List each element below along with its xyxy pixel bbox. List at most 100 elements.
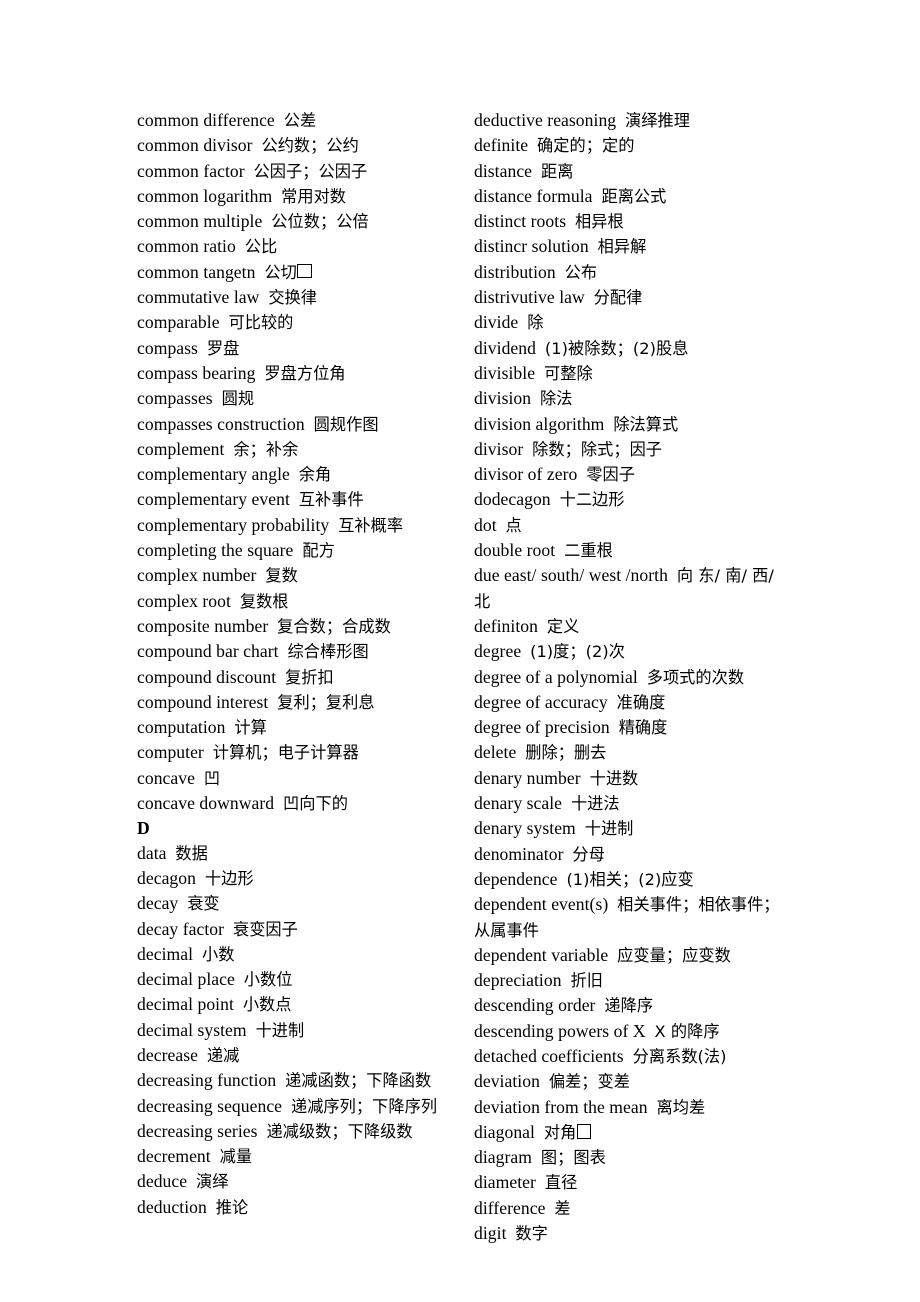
glossary-entry: degree of precision 精确度 (474, 715, 794, 740)
entry-term: decimal (137, 943, 194, 964)
entry-term: difference (474, 1197, 546, 1218)
entry-gloss: 余角 (298, 465, 332, 485)
entry-term: compasses (137, 388, 213, 409)
glossary-entry: definiton 定义 (474, 614, 794, 639)
entry-term: degree of precision (474, 717, 610, 738)
entry-term: degree (474, 641, 522, 662)
entry-gloss: 复利；复利息 (277, 692, 375, 712)
entry-term: complementary probability (137, 514, 330, 535)
glossary-entry: degree of a polynomial 多项式的次数 (474, 665, 794, 690)
glossary-entry: common tangetn 公切 (137, 260, 457, 285)
entry-term: complex root (137, 590, 231, 611)
entry-term: distincr solution (474, 236, 589, 257)
entry-gloss: 偏差；变差 (548, 1072, 631, 1092)
glossary-entry: decagon 十边形 (137, 866, 457, 891)
glossary-entry: complex root 复数根 (137, 589, 457, 614)
glossary-entry: decimal 小数 (137, 942, 457, 967)
entry-gloss: 小数位 (243, 970, 293, 990)
glossary-entry: distinct roots 相异根 (474, 209, 794, 234)
entry-term: denary scale (474, 793, 563, 814)
entry-term: compound discount (137, 666, 277, 687)
entry-term: compass bearing (137, 362, 256, 383)
entry-term: dependent variable (474, 944, 609, 965)
entry-gloss: 除法 (540, 389, 573, 409)
entry-term: computation (137, 717, 226, 738)
glossary-entry: distance 距离 (474, 159, 794, 184)
entry-term: divide (474, 312, 519, 333)
entry-gloss: 应变量；应变数 (617, 945, 731, 965)
entry-gloss: 交换律 (268, 288, 318, 308)
entry-gloss: 十进制 (584, 819, 634, 839)
entry-term: decreasing sequence (137, 1095, 283, 1116)
glossary-entry: concave downward 凹向下的 (137, 791, 457, 816)
entry-term: common multiple (137, 211, 263, 232)
glossary-entry: distance formula 距离公式 (474, 184, 794, 209)
entry-term: dividend (474, 337, 536, 358)
entry-gloss: 数字 (515, 1224, 548, 1244)
entry-gloss: (1)相关；(2)应变 (566, 869, 694, 889)
entry-term: degree of accuracy (474, 691, 608, 712)
glossary-entry: decrease 递减 (137, 1043, 457, 1068)
entry-gloss: 推论 (215, 1197, 249, 1217)
glossary-entry: decreasing sequence 递减序列；下降序列 (137, 1094, 457, 1119)
entry-term: decimal system (137, 1019, 247, 1040)
entry-term: common divisor (137, 135, 253, 156)
glossary-entry: compound bar chart 综合棒形图 (137, 639, 457, 664)
entry-term: double root (474, 540, 556, 561)
entry-gloss: X 的降序 (654, 1021, 720, 1041)
glossary-entry: digit 数字 (474, 1221, 794, 1246)
entry-gloss: 十进数 (589, 768, 639, 788)
glossary-entry: distincr solution 相异解 (474, 234, 794, 259)
entry-term: diagram (474, 1147, 532, 1168)
entry-term: dodecagon (474, 489, 551, 510)
entry-gloss: 分配律 (593, 288, 643, 308)
entry-gloss: 递减函数；下降函数 (285, 1071, 432, 1091)
entry-term: dot (474, 514, 497, 535)
entry-term: diagonal (474, 1121, 535, 1142)
entry-gloss: 互补事件 (298, 490, 364, 510)
entry-term: common tangetn (137, 261, 256, 282)
glossary-entry: decimal system 十进制 (137, 1018, 457, 1043)
glossary-entry: compass bearing 罗盘方位角 (137, 361, 457, 386)
entry-gloss: 常用对数 (281, 186, 347, 206)
glossary-entry: compound discount 复折扣 (137, 665, 457, 690)
entry-term: decagon (137, 867, 196, 888)
entry-term: concave downward (137, 793, 275, 814)
entry-term: degree of a polynomial (474, 666, 638, 687)
entry-gloss: 离均差 (656, 1097, 706, 1117)
glossary-entry: compasses construction 圆规作图 (137, 412, 457, 437)
entry-term: detached coefficients (474, 1045, 624, 1066)
glossary-entry: decreasing function 递减函数；下降函数 (137, 1068, 457, 1093)
entry-term: deduction (137, 1196, 207, 1217)
entry-gloss: 距离公式 (601, 186, 667, 206)
entry-term: deviation from the mean (474, 1096, 648, 1117)
glossary-entry: comparable 可比较的 (137, 310, 457, 335)
entry-gloss: 小数点 (242, 995, 292, 1015)
entry-term: depreciation (474, 970, 562, 991)
glossary-entry: decrement 减量 (137, 1144, 457, 1169)
glossary-entry: dependent variable 应变量；应变数 (474, 943, 794, 968)
entry-gloss: 十二边形 (559, 490, 625, 510)
entry-term: deviation (474, 1071, 540, 1092)
glossary-entry: depreciation 折旧 (474, 968, 794, 993)
entry-term: decrease (137, 1044, 198, 1065)
glossary-entry: denary number 十进数 (474, 766, 794, 791)
glossary-entry: compass 罗盘 (137, 336, 457, 361)
glossary-entry: definite 确定的；定的 (474, 133, 794, 158)
two-column-layout: common difference 公差 common divisor 公约数；公… (137, 108, 837, 1246)
entry-gloss: 递减序列；下降序列 (290, 1096, 438, 1116)
entry-term: common logarithm (137, 185, 273, 206)
entry-gloss: 互补概率 (338, 515, 404, 535)
glossary-entry: data 数据 (137, 841, 457, 866)
entry-gloss: 相异解 (597, 237, 647, 257)
entry-term: concave (137, 767, 195, 788)
entry-term: complementary angle (137, 464, 290, 485)
glossary-entry: delete 删除；删去 (474, 740, 794, 765)
glossary-entry: divisible 可整除 (474, 361, 794, 386)
entry-term: computer (137, 742, 204, 763)
glossary-entry: dot 点 (474, 513, 794, 538)
glossary-entry: compound interest 复利；复利息 (137, 690, 457, 715)
entry-gloss: 演绎 (196, 1172, 229, 1192)
entry-gloss: 圆规作图 (313, 414, 379, 434)
glossary-entry: common ratio 公比 (137, 234, 457, 259)
